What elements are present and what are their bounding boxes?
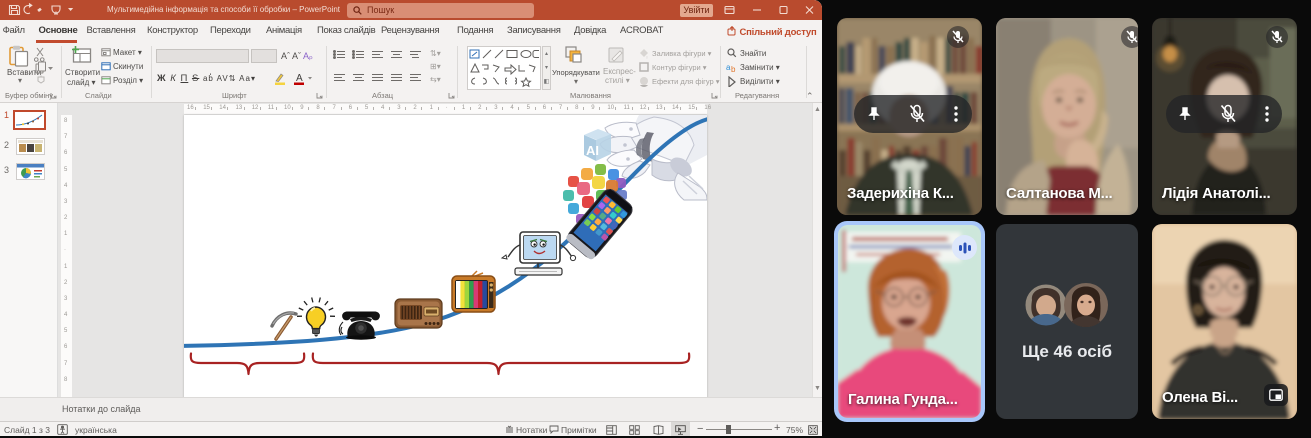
svg-text:b: b [731, 65, 736, 73]
svg-text:AI: AI [586, 143, 599, 158]
svg-text:A: A [296, 73, 303, 84]
